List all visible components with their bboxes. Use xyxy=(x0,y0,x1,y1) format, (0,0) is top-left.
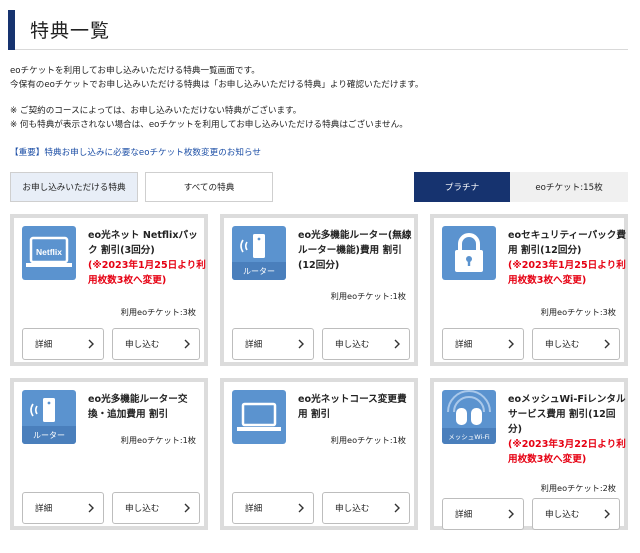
ticket-usage: 利用eoチケット:1枚 xyxy=(330,435,406,445)
laptop-netflix-icon: Netflix xyxy=(22,226,76,280)
router-icon: ルーター xyxy=(22,390,76,444)
router-icon: ルーター xyxy=(232,226,286,280)
netflix-icon-label: Netflix xyxy=(36,247,62,257)
note-1: ※ ご契約のコースによっては、お申し込みいただけない特典がございます。 xyxy=(10,106,302,116)
detail-button[interactable]: 詳細 xyxy=(22,492,104,524)
ticket-usage: 利用eoチケット:1枚 xyxy=(330,291,406,301)
change-notice: (※2023年1月25日より利用枚数3枚へ変更) xyxy=(88,260,206,286)
ticket-usage: 利用eoチケット:3枚 xyxy=(120,307,196,317)
benefit-name: eo光ネットコース変更費用 割引 xyxy=(298,394,407,420)
chevron-right-icon xyxy=(298,339,304,349)
benefit-card: Netflix eo光ネット Netflixパック 割引(3回分) (※2023… xyxy=(10,214,208,366)
laptop-icon xyxy=(232,390,286,444)
apply-button[interactable]: 申し込む xyxy=(532,498,620,530)
apply-button[interactable]: 申し込む xyxy=(322,328,410,360)
chevron-right-icon xyxy=(508,339,514,349)
notes: ※ ご契約のコースによっては、お申し込みいただけない特典がございます。 ※ 何も… xyxy=(10,104,630,132)
benefit-name: eoセキュリティーパック費用 割引(12回分) (※2023年1月25日より利用… xyxy=(508,230,626,286)
intro-line-2: 今保有のeoチケットでお申し込みいただける特典は「お申し込みいただける特典」より… xyxy=(10,80,424,90)
benefit-name: eo光多機能ルーター(無線ルーター機能)費用 割引(12回分) xyxy=(298,230,412,271)
benefit-card: eoセキュリティーパック費用 割引(12回分) (※2023年1月25日より利用… xyxy=(430,214,628,366)
chevron-right-icon xyxy=(298,503,304,513)
member-rank-badge: プラチナ xyxy=(414,172,510,202)
benefit-card: ルーター eo光多機能ルーター(無線ルーター機能)費用 割引(12回分) 利用e… xyxy=(220,214,418,366)
chevron-right-icon xyxy=(184,339,190,349)
benefit-card: メッシュWi-Fi eoメッシュWi-Fiレンタルサービス費用 割引(12回分)… xyxy=(430,378,628,530)
benefit-card: ルーター eo光多機能ルーター交換・追加費用 割引 利用eoチケット:1枚 詳細… xyxy=(10,378,208,530)
apply-button[interactable]: 申し込む xyxy=(532,328,620,360)
detail-button[interactable]: 詳細 xyxy=(232,492,314,524)
tab-all-benefits[interactable]: すべての特典 xyxy=(145,172,273,202)
benefit-name: eoメッシュWi-Fiレンタルサービス費用 割引(12回分) (※2023年3月… xyxy=(508,394,626,465)
chevron-right-icon xyxy=(604,509,610,519)
ticket-usage: 利用eoチケット:3枚 xyxy=(540,307,616,317)
ticket-usage: 利用eoチケット:2枚 xyxy=(540,483,616,493)
intro-line-1: eoチケットを利用してお申し込みいただける特典一覧画面です。 xyxy=(10,66,260,76)
change-notice: (※2023年3月22日より利用枚数3枚へ変更) xyxy=(508,439,626,465)
page-header: 特典一覧 xyxy=(8,6,628,50)
note-2: ※ 何も特典が表示されない場合は、eoチケットを利用してお申し込みいただける特典… xyxy=(10,120,408,130)
ticket-usage: 利用eoチケット:1枚 xyxy=(120,435,196,445)
apply-button[interactable]: 申し込む xyxy=(112,492,200,524)
detail-button[interactable]: 詳細 xyxy=(22,328,104,360)
page-title: 特典一覧 xyxy=(30,20,111,42)
chevron-right-icon xyxy=(604,339,610,349)
detail-button[interactable]: 詳細 xyxy=(442,328,524,360)
router-icon-label: ルーター xyxy=(33,431,65,440)
benefit-name: eo光ネット Netflixパック 割引(3回分) (※2023年1月25日より… xyxy=(88,230,206,286)
apply-button[interactable]: 申し込む xyxy=(112,328,200,360)
tab-available-benefits[interactable]: お申し込みいただける特典 xyxy=(10,172,138,202)
mesh-wifi-icon: メッシュWi-Fi xyxy=(442,390,496,444)
change-notice: (※2023年1月25日より利用枚数3枚へ変更) xyxy=(508,260,626,286)
apply-button[interactable]: 申し込む xyxy=(322,492,410,524)
chevron-right-icon xyxy=(394,503,400,513)
chevron-right-icon xyxy=(508,509,514,519)
chevron-right-icon xyxy=(88,339,94,349)
important-notice-link[interactable]: 【重要】特典お申し込みに必要なeoチケット枚数変更のお知らせ xyxy=(10,146,261,158)
router-icon-label: ルーター xyxy=(243,267,275,276)
chevron-right-icon xyxy=(184,503,190,513)
benefit-card: eo光ネットコース変更費用 割引 利用eoチケット:1枚 詳細 申し込む xyxy=(220,378,418,530)
benefit-name: eo光多機能ルーター交換・追加費用 割引 xyxy=(88,394,188,420)
header-accent-bar xyxy=(8,10,15,50)
ticket-count: eoチケット:15枚 xyxy=(510,172,628,202)
chevron-right-icon xyxy=(394,339,400,349)
intro-text: eoチケットを利用してお申し込みいただける特典一覧画面です。 今保有のeoチケッ… xyxy=(10,64,630,92)
padlock-icon xyxy=(442,226,496,280)
chevron-right-icon xyxy=(88,503,94,513)
mesh-wifi-icon-label: メッシュWi-Fi xyxy=(448,433,490,441)
detail-button[interactable]: 詳細 xyxy=(232,328,314,360)
detail-button[interactable]: 詳細 xyxy=(442,498,524,530)
